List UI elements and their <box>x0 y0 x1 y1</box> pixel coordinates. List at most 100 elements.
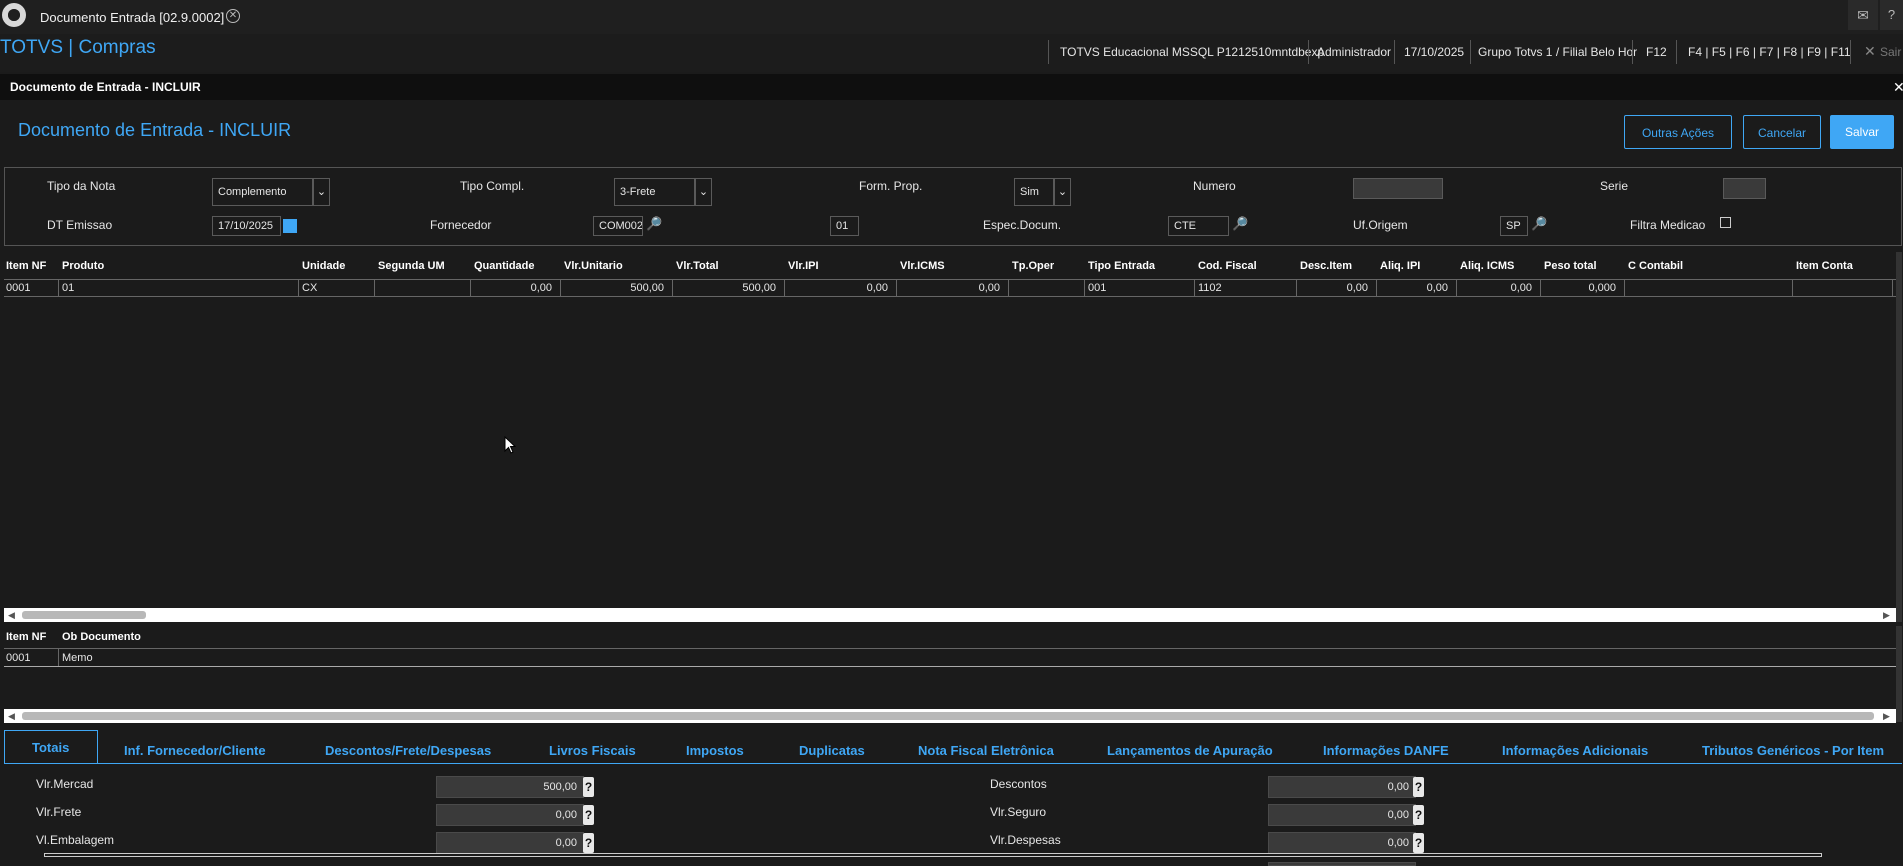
tab-info-adicionais[interactable]: Informações Adicionais <box>1502 743 1648 758</box>
shortcuts-label[interactable]: F4 | F5 | F6 | F7 | F8 | F9 | F11 <box>1688 45 1851 59</box>
col-header-vlr-total[interactable]: Vlr.Total <box>676 260 719 272</box>
col-header-produto[interactable]: Produto <box>62 260 104 272</box>
scroll-left-icon[interactable]: ◀ <box>8 610 15 621</box>
cell-peso-total[interactable]: 0,000 <box>1540 282 1616 294</box>
vlr-frete-input[interactable]: 0,00 <box>436 804 584 826</box>
logout-label[interactable]: Sair <box>1880 45 1901 59</box>
uf-origem-input[interactable]: SP <box>1500 216 1528 236</box>
cell-vlr-unitario[interactable]: 500,00 <box>560 282 664 294</box>
col-header-vlr-icms[interactable]: Vlr.ICMS <box>900 260 945 272</box>
scroll-left-icon[interactable]: ◀ <box>8 711 15 722</box>
obs-hscroll-thumb[interactable] <box>22 712 1874 720</box>
col-header-cod-fiscal[interactable]: Cod. Fiscal <box>1198 260 1257 272</box>
cell-aliq-ipi[interactable]: 0,00 <box>1376 282 1448 294</box>
scroll-right-icon[interactable]: ▶ <box>1883 711 1890 722</box>
col-header-aliq-ipi[interactable]: Aliq. IPI <box>1380 260 1420 272</box>
tab-title[interactable]: Documento Entrada [02.9.0002] <box>40 10 224 25</box>
tipo-compl-select[interactable]: 3-Frete <box>614 178 695 206</box>
col-header-vlr-ipi[interactable]: Vlr.IPI <box>788 260 819 272</box>
col-header-tipo-entrada[interactable]: Tipo Entrada <box>1088 260 1155 272</box>
col-header-desc-item[interactable]: Desc.Item <box>1300 260 1352 272</box>
window-close-icon[interactable]: ✕ <box>1893 79 1903 96</box>
items-vscrollbar[interactable] <box>1896 252 1902 622</box>
help-icon[interactable]: ? <box>1880 0 1903 30</box>
col-header-tp-oper[interactable]: Tp.Oper <box>1012 260 1054 272</box>
search-icon[interactable]: 🔎 <box>1232 216 1248 232</box>
tab-descontos-frete[interactable]: Descontos/Frete/Despesas <box>325 743 491 758</box>
serie-input[interactable] <box>1723 178 1766 199</box>
environment-label[interactable]: TOTVS Educacional MSSQL P1212510mntdbexp <box>1060 45 1324 59</box>
vlr-seguro-input[interactable]: 0,00 <box>1268 804 1416 826</box>
cancel-button[interactable]: Cancelar <box>1743 115 1821 149</box>
cell-produto[interactable]: 01 <box>62 282 74 294</box>
tab-close-icon[interactable]: ✕ <box>226 9 240 23</box>
col-header-quantidade[interactable]: Quantidade <box>474 260 535 272</box>
cell-vlr-icms[interactable]: 0,00 <box>896 282 1000 294</box>
items-hscroll-thumb[interactable] <box>22 611 146 619</box>
obs-col-ob-documento[interactable]: Ob Documento <box>62 631 141 643</box>
cell-item-nf[interactable]: 0001 <box>6 282 30 294</box>
tab-impostos[interactable]: Impostos <box>686 743 744 758</box>
vlr-despesas-input[interactable]: 0,00 <box>1268 832 1416 854</box>
help-button[interactable]: ? <box>583 805 594 825</box>
chevron-down-icon[interactable]: ⌄ <box>1054 178 1071 206</box>
user-label[interactable]: Administrador <box>1317 45 1391 59</box>
cell-quantidade[interactable]: 0,00 <box>470 282 552 294</box>
cell-vlr-ipi[interactable]: 0,00 <box>784 282 888 294</box>
col-header-item-nf[interactable]: Item NF <box>6 260 46 272</box>
tab-duplicatas[interactable]: Duplicatas <box>799 743 865 758</box>
col-header-vlr-unitario[interactable]: Vlr.Unitario <box>564 260 623 272</box>
items-hscrollbar[interactable] <box>4 608 1896 622</box>
tab-livros-fiscais[interactable]: Livros Fiscais <box>549 743 636 758</box>
numero-input[interactable] <box>1353 178 1443 199</box>
shortcut-f12[interactable]: F12 <box>1646 45 1667 59</box>
obs-col-item-nf[interactable]: Item NF <box>6 631 46 643</box>
cell-tipo-entrada[interactable]: 001 <box>1088 282 1106 294</box>
espec-docum-input[interactable]: CTE <box>1168 216 1229 236</box>
col-header-unidade[interactable]: Unidade <box>302 260 345 272</box>
obs-cell-memo[interactable]: Memo <box>62 652 93 664</box>
obs-cell-item[interactable]: 0001 <box>6 652 30 664</box>
logout-icon[interactable]: ✕ <box>1864 43 1876 60</box>
mail-icon[interactable]: ✉ <box>1848 0 1878 30</box>
descontos-input[interactable]: 0,00 <box>1268 776 1416 798</box>
col-header-aliq-icms[interactable]: Aliq. ICMS <box>1460 260 1514 272</box>
vl-embalagem-input[interactable]: 0,00 <box>436 832 584 854</box>
tab-lancamentos[interactable]: Lançamentos de Apuração <box>1107 743 1273 758</box>
col-header-item-conta[interactable]: Item Conta <box>1796 260 1853 272</box>
help-button[interactable]: ? <box>1413 833 1424 853</box>
tab-tributos-genericos[interactable]: Tributos Genéricos - Por Item <box>1702 743 1884 758</box>
obs-vscrollbar[interactable] <box>1896 626 1902 722</box>
cell-desc-item[interactable]: 0,00 <box>1296 282 1368 294</box>
cell-cod-fiscal[interactable]: 1102 <box>1198 282 1222 294</box>
cell-unidade[interactable]: CX <box>302 282 317 294</box>
search-icon[interactable]: 🔎 <box>646 216 662 232</box>
chevron-down-icon[interactable]: ⌄ <box>313 178 330 206</box>
help-button[interactable]: ? <box>1413 777 1424 797</box>
tab-nfe[interactable]: Nota Fiscal Eletrônica <box>918 743 1054 758</box>
other-actions-button[interactable]: Outras Ações <box>1624 115 1732 149</box>
date-label[interactable]: 17/10/2025 <box>1404 45 1464 59</box>
cell-aliq-icms[interactable]: 0,00 <box>1456 282 1532 294</box>
loja-input[interactable]: 01 <box>830 216 859 236</box>
totals-hscrollbar[interactable] <box>44 853 1822 857</box>
tipo-nota-select[interactable]: Complemento <box>212 178 313 206</box>
vlr-mercad-input[interactable]: 500,00 <box>436 776 584 798</box>
help-button[interactable]: ? <box>1413 805 1424 825</box>
dt-emissao-input[interactable]: 17/10/2025 <box>212 216 281 236</box>
search-icon[interactable]: 🔎 <box>1531 216 1547 232</box>
help-button[interactable]: ? <box>583 833 594 853</box>
calendar-icon[interactable] <box>283 219 297 233</box>
form-prop-select[interactable]: Sim <box>1014 178 1054 206</box>
help-button[interactable]: ? <box>583 777 594 797</box>
col-header-peso-total[interactable]: Peso total <box>1544 260 1597 272</box>
tab-totais[interactable]: Totais <box>32 740 69 755</box>
chevron-down-icon[interactable]: ⌄ <box>695 178 712 206</box>
cell-vlr-total[interactable]: 500,00 <box>672 282 776 294</box>
filtra-medicao-checkbox[interactable] <box>1720 217 1731 228</box>
tab-danfe[interactable]: Informações DANFE <box>1323 743 1449 758</box>
scroll-right-icon[interactable]: ▶ <box>1883 610 1890 621</box>
fornecedor-input[interactable]: COM002 <box>593 216 643 236</box>
col-header-c-contabil[interactable]: C Contabil <box>1628 260 1683 272</box>
save-button[interactable]: Salvar <box>1830 115 1894 149</box>
